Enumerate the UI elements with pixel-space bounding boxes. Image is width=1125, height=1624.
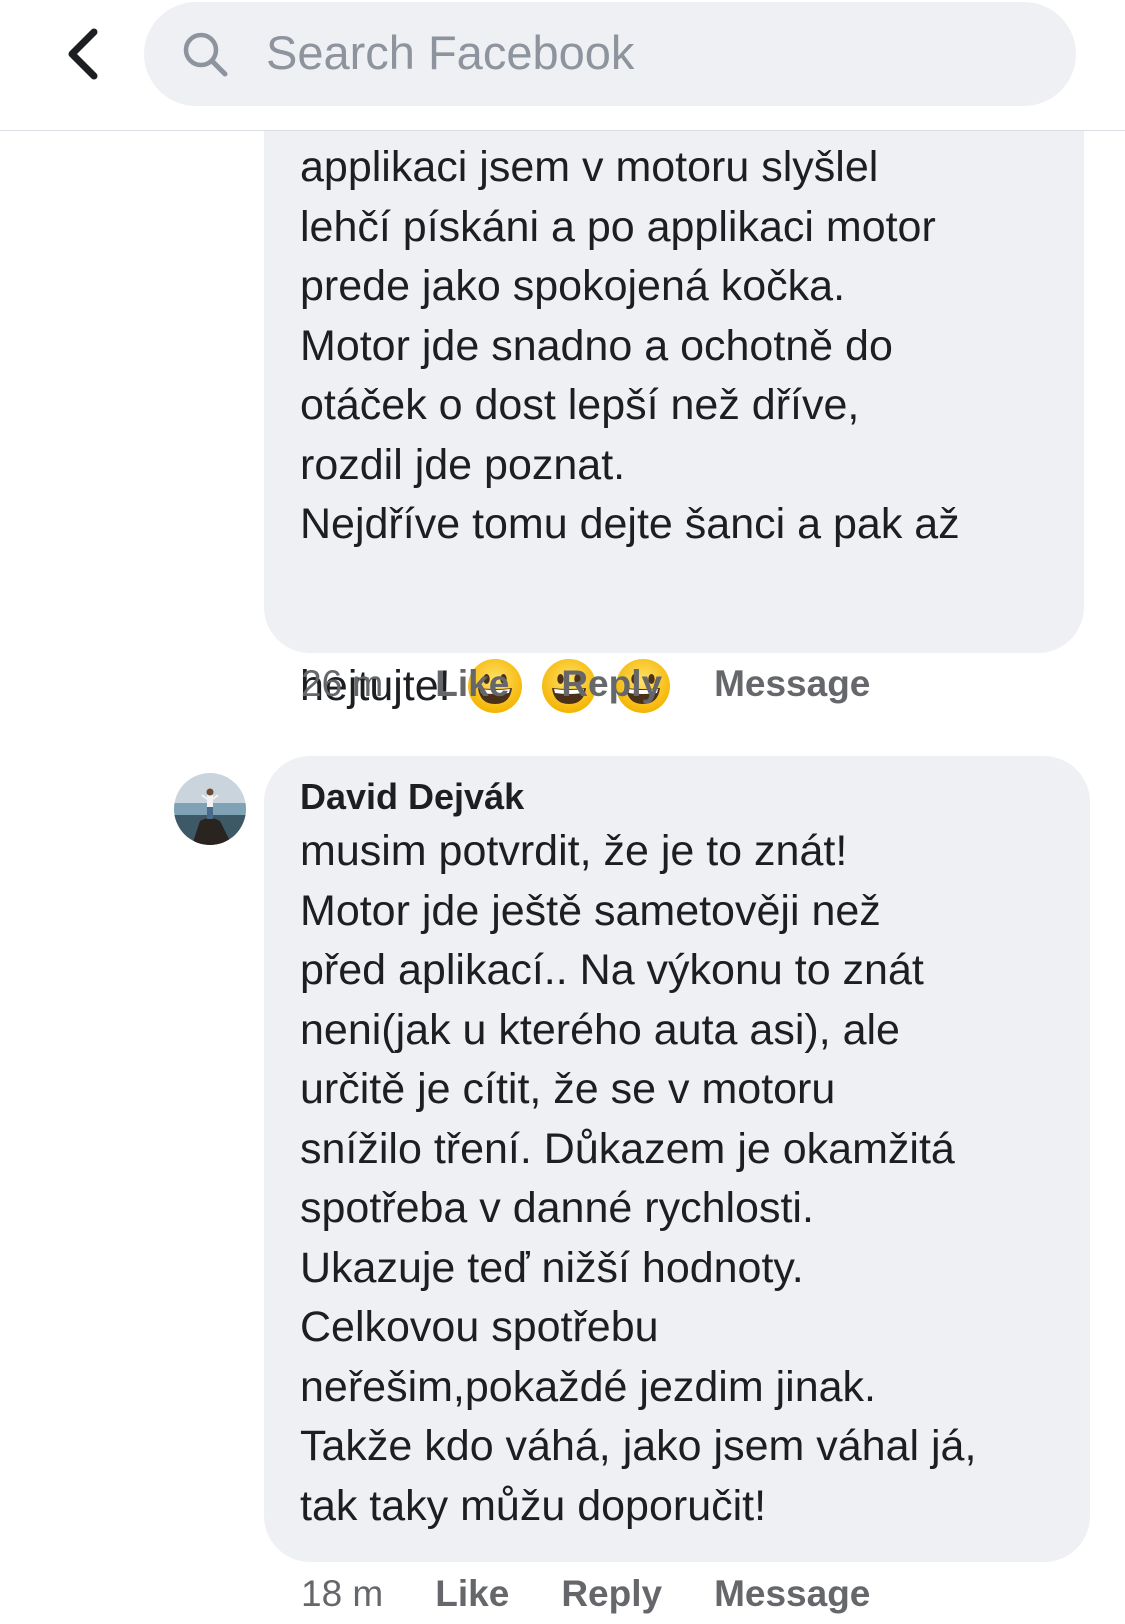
comment-author[interactable]: David Dejvák	[300, 774, 524, 820]
search-placeholder: Search Facebook	[266, 26, 635, 79]
search-input[interactable]: Search Facebook	[144, 2, 1076, 106]
comment-timestamp: 26 m	[301, 663, 384, 704]
top-bar: Search Facebook	[0, 0, 1125, 131]
comment-text: musim potvrdit, že je to znát! Motor jde…	[300, 827, 977, 1530]
comment-timestamp: 18 m	[301, 1573, 384, 1614]
avatar[interactable]	[174, 773, 246, 845]
reply-button[interactable]: Reply	[561, 1572, 662, 1616]
chevron-left-icon	[68, 28, 98, 80]
message-button[interactable]: Message	[714, 1572, 870, 1616]
reply-button[interactable]: Reply	[561, 662, 662, 706]
like-button[interactable]: Like	[435, 662, 509, 706]
search-icon	[183, 32, 228, 77]
comment-actions: 18 m Like Reply Message	[301, 1572, 922, 1616]
comment-actions: 26 m Like Reply Message	[301, 662, 922, 706]
avatar-photo	[174, 773, 246, 845]
back-button[interactable]	[58, 26, 106, 82]
like-button[interactable]: Like	[435, 1572, 509, 1616]
comment-bubble: David Dejvák musim potvrdit, že je to zn…	[264, 756, 1090, 1562]
message-button[interactable]: Message	[714, 662, 870, 706]
comment-text: applikaci jsem v motoru slyšlel lehčí pí…	[300, 143, 960, 548]
comment-bubble: applikaci jsem v motoru slyšlel lehčí pí…	[264, 90, 1084, 713]
